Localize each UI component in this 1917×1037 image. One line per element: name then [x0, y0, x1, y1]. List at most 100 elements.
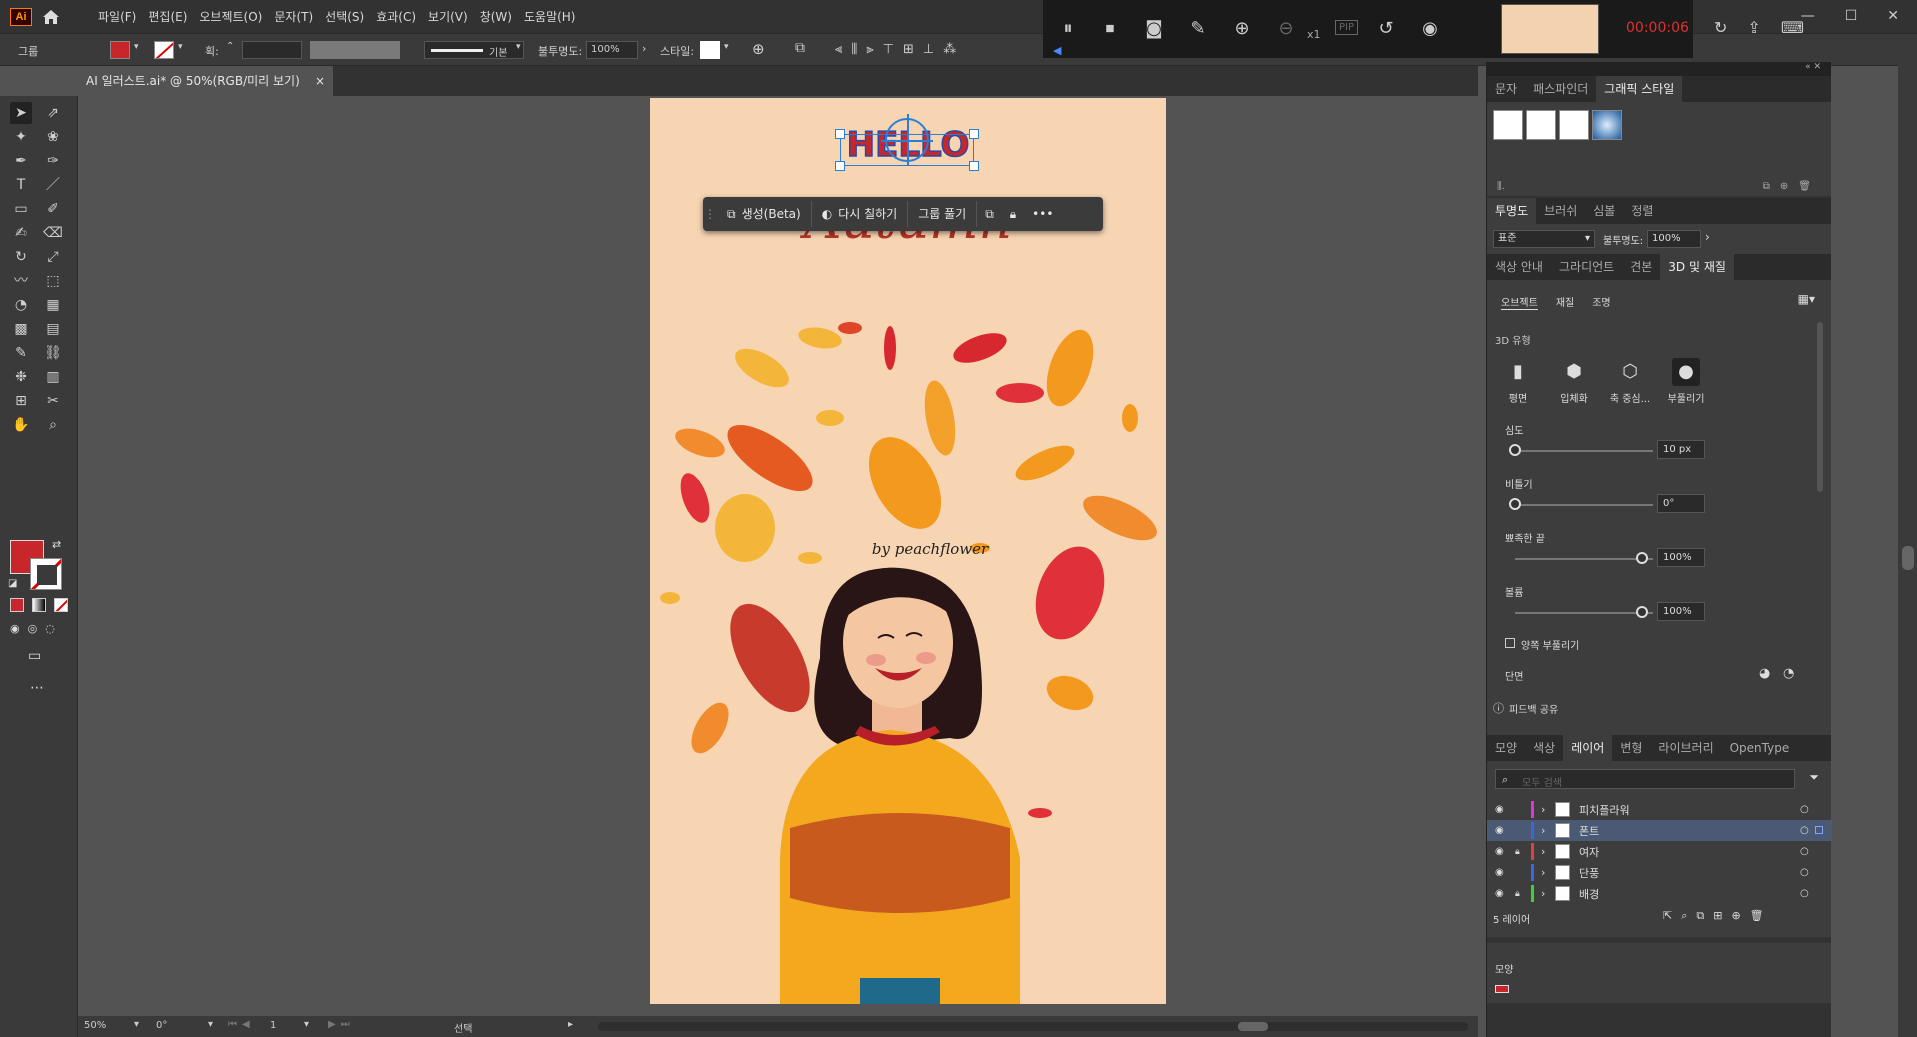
status-menu-icon[interactable]: ▸ — [568, 1019, 573, 1030]
threed-subtab-2[interactable]: 조명 — [1592, 294, 1610, 310]
menu-item[interactable]: 파일(F) — [92, 8, 142, 26]
selection-indicator[interactable] — [1815, 826, 1823, 834]
layer-row[interactable]: ◉ › 피치플라워 ○ — [1487, 799, 1832, 820]
tab-threed_panel-3[interactable]: 3D 및 재질 — [1660, 254, 1734, 280]
volume-input[interactable]: 100% — [1657, 602, 1705, 621]
ungroup-button[interactable]: 그룹 풀기 — [908, 201, 978, 227]
restart-icon[interactable]: ↻ — [1714, 18, 1727, 37]
appearance-fill-swatch[interactable] — [1495, 985, 1509, 993]
rotation-select[interactable]: 0° — [156, 1020, 167, 1031]
align-middle-icon[interactable]: ⊞ — [903, 42, 914, 57]
zoom-tool-icon[interactable]: ⌕ — [42, 414, 64, 436]
gradient-mode-icon[interactable] — [32, 598, 46, 612]
stroke-swatch[interactable] — [154, 41, 174, 59]
chevron-down-icon[interactable]: ▾ — [304, 1019, 309, 1030]
taper-input[interactable]: 100% — [1657, 548, 1705, 567]
recolor-button[interactable]: ◐ 다시 칠하기 — [812, 201, 909, 227]
lasso-tool-icon[interactable]: ❀ — [42, 126, 64, 148]
artboard-tool-icon[interactable]: ⊞ — [10, 390, 32, 412]
tab-graphic_styles_panel-1[interactable]: 패스파인더 — [1525, 76, 1596, 102]
visibility-eye-icon[interactable]: ◉ — [1495, 846, 1504, 857]
threed-type-1[interactable]: ⬢ 입체화 — [1551, 358, 1597, 405]
panel-collapse-bar[interactable]: « ✕ — [1487, 62, 1831, 76]
cursor-highlight-icon[interactable]: ◉ — [1417, 17, 1443, 41]
layers-search-input[interactable]: ⌕ 모두 검색 — [1495, 769, 1795, 789]
artboard-nav-next[interactable]: ▶⏭ — [328, 1019, 355, 1030]
selection-handle[interactable] — [969, 129, 979, 139]
twist-slider-knob[interactable] — [1509, 498, 1521, 510]
maximize-button[interactable]: ☐ — [1845, 8, 1858, 24]
tab-transparency_panel-3[interactable]: 정렬 — [1623, 198, 1661, 224]
opacity-input[interactable]: 100% — [586, 41, 638, 59]
panel-scrollbar[interactable] — [1817, 322, 1823, 492]
depth-input[interactable]: 10 px — [1657, 440, 1705, 459]
chevron-right-icon[interactable]: › — [642, 42, 646, 55]
menu-item[interactable]: 효과(C) — [370, 8, 422, 26]
type-tool-icon[interactable]: T — [10, 174, 32, 196]
zoom-out-icon[interactable]: ⊖ — [1273, 17, 1299, 41]
menu-item[interactable]: 도움말(H) — [518, 8, 582, 26]
selection-handle[interactable] — [835, 129, 845, 139]
tab-layers_panel-5[interactable]: OpenType — [1722, 735, 1798, 761]
pencil-icon[interactable]: ✎ — [1185, 17, 1211, 41]
style-panel-actions[interactable]: ⧉⊕🗑︎ — [1763, 181, 1821, 192]
cap-off-icon[interactable]: ◔ — [1783, 666, 1794, 681]
magic-wand-tool-icon[interactable]: ✦ — [10, 126, 32, 148]
warp-tool-icon[interactable]: 〰 — [10, 270, 32, 292]
target-circle-icon[interactable]: ○ — [1800, 867, 1809, 878]
tab-layers_panel-4[interactable]: 라이브러리 — [1650, 735, 1721, 761]
expand-chevron-icon[interactable]: › — [1541, 824, 1545, 837]
target-circle-icon[interactable]: ○ — [1800, 846, 1809, 857]
tab-graphic_styles_panel-2[interactable]: 그래픽 스타일 — [1596, 76, 1683, 102]
chevron-down-icon[interactable]: ▾ — [134, 42, 139, 52]
draw-behind-icon[interactable]: ◎ — [28, 622, 38, 635]
align-bottom-icon[interactable]: ⊥ — [923, 42, 934, 57]
align-top-icon[interactable]: ⊤ — [883, 42, 894, 57]
visibility-eye-icon[interactable]: ◉ — [1495, 804, 1504, 815]
tab-transparency_panel-1[interactable]: 브러쉬 — [1536, 198, 1585, 224]
blend-mode-select[interactable]: 표준 ▾ — [1493, 230, 1595, 248]
perspective-grid-tool-icon[interactable]: ▦ — [42, 294, 64, 316]
distribute-icon[interactable]: ⁂ — [943, 42, 956, 57]
layer-row[interactable]: ◉ 🔒︎ › 여자 ○ — [1487, 841, 1832, 862]
free-transform-tool-icon[interactable]: ⬚ — [42, 270, 64, 292]
filter-icon[interactable]: ⏷ — [1809, 770, 1819, 785]
both-sides-checkbox[interactable] — [1505, 638, 1515, 648]
render-settings-icon[interactable]: ▦▾ — [1798, 292, 1815, 306]
color-mode-icon[interactable] — [10, 598, 24, 612]
twist-input[interactable]: 0° — [1657, 494, 1705, 513]
menu-item[interactable]: 보기(V) — [422, 8, 474, 26]
visibility-eye-icon[interactable]: ◉ — [1495, 825, 1504, 836]
fill-swatch[interactable] — [110, 41, 130, 59]
preview-thumbnail[interactable] — [1501, 4, 1599, 54]
tab-transparency_panel-0[interactable]: 투명도 — [1487, 198, 1537, 224]
menu-item[interactable]: 편집(E) — [142, 8, 193, 26]
globe-icon[interactable]: ⊕ — [752, 40, 765, 58]
cap-on-icon[interactable]: ◕ — [1759, 666, 1770, 681]
tab-layers_panel-1[interactable]: 색상 — [1525, 735, 1563, 761]
library-menu-icon[interactable]: ⫼. — [1497, 181, 1505, 192]
more-tools-icon[interactable]: ⋯ — [30, 680, 44, 696]
depth-slider-knob[interactable] — [1509, 444, 1521, 456]
chevron-down-icon[interactable]: ▾ — [516, 42, 521, 52]
target-circle-icon[interactable]: ○ — [1800, 825, 1809, 836]
zoom-select[interactable]: 50% — [84, 1020, 106, 1031]
curvature-tool-icon[interactable]: ✑ — [42, 150, 64, 172]
generate-beta-button[interactable]: ⧉ 생성(Beta) — [717, 201, 812, 227]
tab-graphic_styles_panel-0[interactable]: 문자 — [1487, 76, 1525, 102]
align-left-icon[interactable]: ⫷ — [835, 42, 842, 57]
draw-inside-icon[interactable]: ◌ — [45, 622, 55, 635]
visibility-eye-icon[interactable]: ◉ — [1495, 867, 1504, 878]
variable-width-profile[interactable] — [310, 41, 400, 59]
tab-layers_panel-0[interactable]: 모양 — [1487, 735, 1525, 761]
threed-type-3[interactable]: ● 부풀리기 — [1663, 358, 1709, 405]
shape-builder-tool-icon[interactable]: ◔ — [10, 294, 32, 316]
stop-icon[interactable]: ⏹ — [1097, 17, 1123, 41]
layer-panel-actions[interactable]: ⇱⌕⧉⊞⊕🗑︎ — [1663, 909, 1773, 923]
lock-icon[interactable]: 🔒︎ — [1002, 207, 1024, 222]
layer-row[interactable]: ◉ › 단풍 ○ — [1487, 862, 1832, 883]
target-circle-icon[interactable]: ○ — [1800, 804, 1809, 815]
export-icon[interactable]: ⇪ — [1747, 18, 1760, 37]
scale-tool-icon[interactable]: ⤢ — [42, 246, 64, 268]
rotate-tool-icon[interactable]: ↻ — [10, 246, 32, 268]
